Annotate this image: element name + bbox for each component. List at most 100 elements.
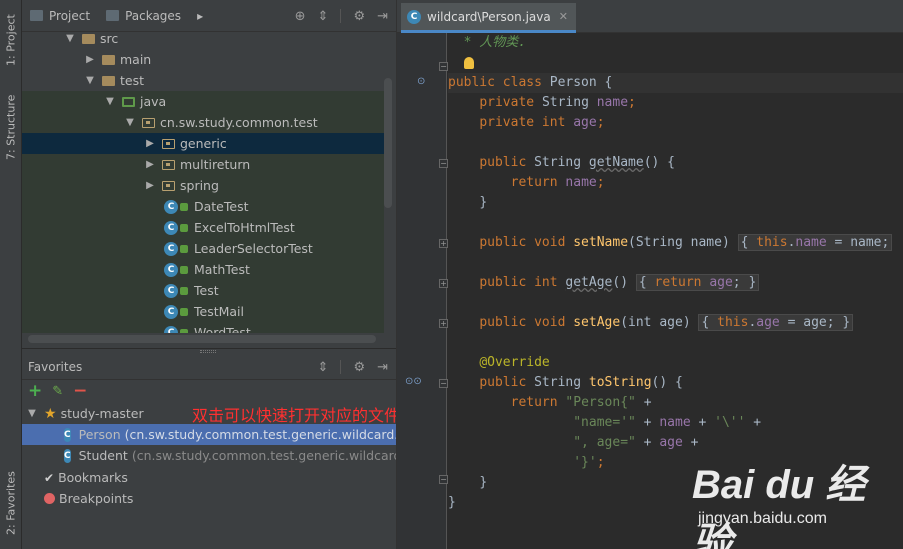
lock-icon xyxy=(180,244,188,253)
folded-region[interactable]: { this.age = age; } xyxy=(698,314,854,331)
favorite-item-person[interactable]: C Person (cn.sw.study.common.test.generi… xyxy=(22,424,396,445)
collapse-all-icon[interactable]: ⇕ xyxy=(318,9,329,24)
lock-icon xyxy=(180,307,188,316)
code-text: = name; xyxy=(826,235,890,250)
fold-marker-icon[interactable]: + xyxy=(439,239,448,248)
watermark: Bai du 经验 jingyan.baidu.com xyxy=(692,452,902,549)
tree-node-class[interactable]: C DateTest xyxy=(22,196,384,217)
lock-icon xyxy=(180,286,188,295)
collapsed-arrow-icon[interactable]: ▶ xyxy=(84,54,96,65)
keyword: public xyxy=(479,155,535,170)
field: name xyxy=(596,95,629,110)
editor-tab-label: wildcard\Person.java xyxy=(427,9,551,24)
splitter-grip-icon[interactable] xyxy=(200,350,216,353)
tree-node-multireturn[interactable]: ▶ multireturn xyxy=(22,154,384,175)
code-text: { xyxy=(701,315,718,330)
favorites-title: Favorites xyxy=(28,359,83,374)
horizontal-scrollbar[interactable] xyxy=(28,335,376,343)
overrides-icon[interactable]: ⊙⊙ xyxy=(405,376,422,387)
code-editor: C wildcard\Person.java ✕ ⊙ ⊙⊙ − − + + + … xyxy=(396,0,903,549)
project-icon xyxy=(30,10,43,21)
expanded-arrow-icon[interactable]: ▼ xyxy=(26,408,38,419)
fold-marker-icon[interactable]: − xyxy=(439,62,448,71)
code-text: + xyxy=(635,415,660,430)
watermark-url: jingyan.baidu.com xyxy=(698,510,827,527)
editor-tab-person-java[interactable]: C wildcard\Person.java ✕ xyxy=(401,3,576,33)
tree-node-class[interactable]: C ExcelToHtmlTest xyxy=(22,217,384,238)
method-name: toString xyxy=(588,375,652,390)
folded-region[interactable]: { return age; } xyxy=(635,274,760,291)
tab-project[interactable]: Project xyxy=(22,0,98,32)
code-text: } xyxy=(448,495,456,510)
code-line: ", age=" + age + xyxy=(448,433,903,453)
implemented-icon[interactable]: ⊙ xyxy=(417,76,425,87)
fold-marker-icon[interactable]: − xyxy=(439,159,448,168)
remove-icon[interactable]: − xyxy=(73,381,87,401)
method-name: setAge xyxy=(573,315,621,330)
tree-node-src[interactable]: ▼ src xyxy=(22,28,384,49)
keyword: this xyxy=(717,315,749,330)
expanded-arrow-icon[interactable]: ▼ xyxy=(104,96,116,107)
favorites-bookmarks[interactable]: ✔ Bookmarks xyxy=(22,467,396,488)
char-literal: '\'' xyxy=(714,415,746,430)
tree-node-main[interactable]: ▶ main xyxy=(22,49,384,70)
tree-node-class[interactable]: C Test xyxy=(22,280,384,301)
vertical-scrollbar[interactable] xyxy=(384,78,392,208)
expanded-arrow-icon[interactable]: ▼ xyxy=(84,75,96,86)
tree-node-java[interactable]: ▼ java xyxy=(22,91,384,112)
gear-icon[interactable]: ⚙ xyxy=(353,360,365,375)
tree-node-label: test xyxy=(120,73,145,88)
hide-panel-icon[interactable]: ⇥ xyxy=(377,360,388,375)
fold-marker-icon[interactable]: − xyxy=(439,379,448,388)
tree-node-class[interactable]: C WordTest xyxy=(22,322,384,333)
fold-marker-icon[interactable]: + xyxy=(439,279,448,288)
tool-window-tab-project[interactable]: 1: Project xyxy=(2,6,20,74)
tree-node-label: cn.sw.study.common.test xyxy=(160,115,318,130)
tree-node-class[interactable]: C MathTest xyxy=(22,259,384,280)
lightbulb-icon[interactable] xyxy=(463,56,474,69)
lock-icon xyxy=(180,328,188,333)
tree-node-package-root[interactable]: ▼ cn.sw.study.common.test xyxy=(22,112,384,133)
keyword: return xyxy=(510,395,566,410)
close-icon[interactable]: ✕ xyxy=(559,10,568,23)
tree-node-test[interactable]: ▼ test xyxy=(22,70,384,91)
favorites-breakpoints[interactable]: Breakpoints xyxy=(22,488,396,509)
hide-panel-icon[interactable]: ⇥ xyxy=(377,9,388,24)
method-name: getName xyxy=(588,155,644,170)
collapsed-arrow-icon[interactable]: ▶ xyxy=(144,159,156,170)
tree-node-generic[interactable]: ▶ generic xyxy=(22,133,384,154)
expanded-arrow-icon[interactable]: ▼ xyxy=(64,33,76,44)
keyword: return xyxy=(510,175,566,190)
code-line: private String name; xyxy=(448,93,903,113)
tree-node-spring[interactable]: ▶ spring xyxy=(22,175,384,196)
expanded-arrow-icon[interactable]: ▼ xyxy=(124,117,136,128)
tab-packages[interactable]: Packages xyxy=(98,0,189,32)
fold-marker-icon[interactable]: + xyxy=(439,319,448,328)
code-text: ; xyxy=(628,95,636,110)
gear-icon[interactable]: ⚙ xyxy=(353,9,365,24)
folded-region[interactable]: { this.name = name; xyxy=(737,234,893,251)
keyword: private int xyxy=(479,115,574,130)
tree-node-class[interactable]: C TestMail xyxy=(22,301,384,322)
tree-node-class[interactable]: C LeaderSelectorTest xyxy=(22,238,384,259)
collapse-all-icon[interactable]: ⇕ xyxy=(318,360,329,375)
code-text: + xyxy=(682,435,699,450)
code-text: () { xyxy=(643,155,676,170)
code-text: + xyxy=(745,415,762,430)
collapsed-arrow-icon[interactable]: ▶ xyxy=(144,138,156,149)
fold-marker-icon[interactable]: − xyxy=(439,475,448,484)
tool-window-tab-favorites[interactable]: 2: Favorites xyxy=(2,462,20,544)
tool-window-tab-structure[interactable]: 7: Structure xyxy=(2,88,20,166)
scroll-from-source-icon[interactable]: ⊕ xyxy=(295,9,306,24)
code-text: ; xyxy=(596,175,605,190)
collapsed-arrow-icon[interactable]: ▶ xyxy=(144,180,156,191)
keyword: private xyxy=(479,95,542,110)
code-text: = age; } xyxy=(779,315,851,330)
watermark-logo: Bai du 经验 xyxy=(692,463,866,549)
add-icon[interactable]: + xyxy=(28,381,42,401)
keyword: public int xyxy=(479,275,566,290)
more-tabs-arrow-icon[interactable]: ▸ xyxy=(189,0,211,32)
favorite-item-student[interactable]: C Student (cn.sw.study.common.test.gener… xyxy=(22,445,396,466)
package-icon xyxy=(142,117,155,128)
edit-pencil-icon[interactable]: ✎ xyxy=(52,384,63,399)
